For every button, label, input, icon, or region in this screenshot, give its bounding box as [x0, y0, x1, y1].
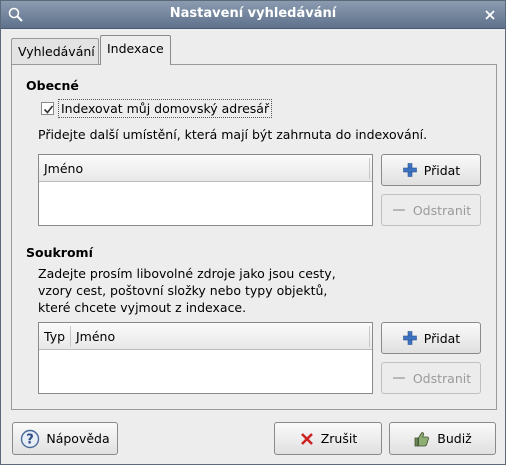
exclusions-list[interactable]: Typ Jméno	[38, 322, 373, 394]
column-header-name[interactable]: Jméno	[76, 329, 115, 344]
locations-list[interactable]: Jméno	[38, 154, 373, 226]
remove-exclusion-button[interactable]: Odstranit	[381, 362, 481, 394]
privacy-help-line-3: které chcete vyjmout z indexace.	[38, 300, 247, 315]
svg-text:?: ?	[27, 432, 35, 447]
window-title: Nastavení vyhledávání	[169, 6, 337, 21]
tab-indexing[interactable]: Indexace	[100, 35, 171, 65]
plus-icon	[402, 330, 418, 346]
tab-search[interactable]: Vyhledávání	[11, 38, 99, 65]
help-label: Nápověda	[46, 431, 110, 446]
add-exclusion-button[interactable]: Přidat	[381, 322, 481, 354]
cancel-button[interactable]: Zrušit	[274, 422, 382, 455]
cancel-label: Zrušit	[320, 431, 358, 446]
column-header-type[interactable]: Typ	[44, 329, 65, 344]
remove-location-button[interactable]: Odstranit	[381, 194, 481, 226]
exclusions-list-header: Typ Jméno	[39, 323, 372, 350]
index-home-checkbox[interactable]	[41, 102, 54, 115]
general-help-text: Přidejte další umístění, která mají být …	[38, 127, 428, 142]
general-section-title: Obecné	[26, 78, 79, 93]
plus-icon	[402, 162, 418, 178]
checkmark-icon	[43, 105, 54, 114]
privacy-help-line-2: vzory cest, poštovní složky nebo typy ob…	[38, 283, 328, 298]
ok-button[interactable]: Budiž	[389, 422, 496, 455]
privacy-help-line-1: Zadejte prosím libovolné zdroje jako jso…	[38, 266, 336, 281]
thumbs-up-icon	[413, 430, 431, 448]
add-exclusion-label: Přidat	[423, 330, 461, 346]
remove-location-label: Odstranit	[412, 202, 472, 218]
search-preferences-window: Nastavení vyhledávání Vyhledávání Indexa…	[0, 0, 506, 465]
column-separator	[369, 158, 370, 179]
index-home-checkbox-label[interactable]: Indexovat můj domovský adresář	[58, 99, 273, 118]
privacy-section-title: Soukromí	[26, 245, 93, 260]
help-icon: ?	[20, 429, 40, 449]
column-separator	[70, 326, 71, 347]
minus-icon	[391, 370, 407, 386]
locations-list-header: Jméno	[39, 155, 372, 182]
add-location-button[interactable]: Přidat	[381, 154, 481, 186]
minus-icon	[391, 202, 407, 218]
ok-label: Budiž	[437, 431, 472, 446]
title-bar[interactable]: Nastavení vyhledávání	[1, 1, 505, 29]
remove-exclusion-label: Odstranit	[412, 370, 472, 386]
close-icon[interactable]	[481, 6, 499, 24]
help-button[interactable]: ? Nápověda	[12, 422, 118, 455]
column-header-name[interactable]: Jméno	[44, 161, 83, 176]
add-location-label: Přidat	[423, 162, 461, 178]
column-separator	[369, 326, 370, 347]
cancel-x-icon	[299, 431, 315, 447]
